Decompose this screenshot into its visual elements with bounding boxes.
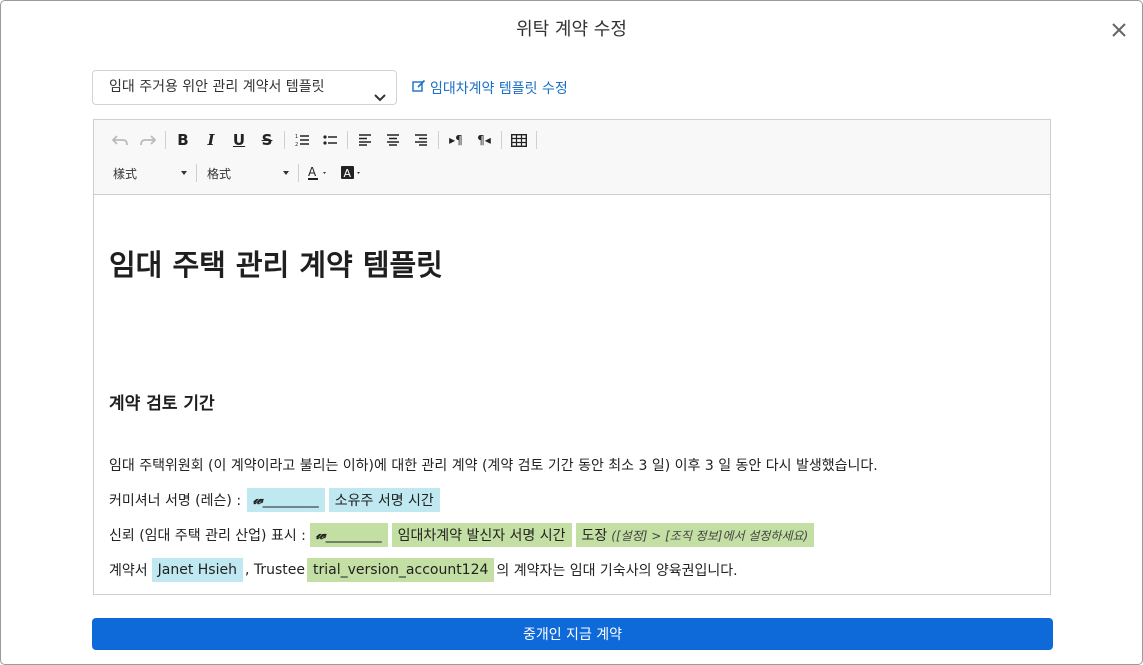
contractor-name-tag[interactable]: Janet Hsieh — [151, 558, 243, 582]
undo-icon[interactable] — [106, 129, 134, 151]
background-color-icon[interactable]: A — [336, 162, 370, 184]
toolbar-divider — [165, 131, 166, 149]
owner-signature-time-label: 소유주 서명 시간 — [334, 493, 434, 509]
stamp-hint: ([설정] > [조직 정보]에서 설정하세요) — [611, 528, 809, 543]
paragraph-text: 임대 주택위원회 (이 계약이라고 불리는 이하)에 대한 관리 계약 (계약 … — [109, 458, 878, 474]
toolbar-divider — [347, 131, 348, 149]
template-select-value: 임대 주거용 위안 관리 계약서 템플릿 — [109, 79, 325, 95]
modal-title: 위탁 계약 수정 — [516, 19, 627, 40]
rich-text-editor[interactable]: B I U S 12 ▸¶ ¶◂ 樣式 格式 A A 임대 주택 관리 계약 템… — [93, 119, 1051, 595]
svg-text:1: 1 — [295, 134, 298, 140]
owner-signature-time-tag[interactable]: 소유주 서명 시간 — [328, 488, 440, 512]
edit-template-label: 임대차계약 템플릿 수정 — [430, 81, 568, 97]
contract-suffix: 의 계약자는 임대 기숙사의 양육권입니다. — [496, 563, 738, 579]
owner-signature-field[interactable]: 𝓌 ________ — [247, 488, 325, 512]
strikethrough-icon[interactable]: S — [253, 129, 281, 151]
account-name: trial_version_account124 — [313, 562, 489, 578]
signature-blank: ________ — [262, 492, 319, 508]
svg-text:A: A — [308, 165, 317, 179]
submit-contract-label: 중개인 지금 계약 — [522, 627, 623, 643]
toolbar-divider — [536, 131, 537, 149]
stamp-label: 도장 — [581, 528, 608, 544]
trustee-label: , Trustee — [244, 562, 306, 578]
svg-text:2: 2 — [295, 142, 298, 147]
bullet-list-icon[interactable] — [316, 129, 344, 151]
toolbar-divider — [298, 164, 299, 182]
toolbar-divider — [196, 164, 197, 182]
chevron-down-icon — [283, 171, 289, 175]
document-title: 임대 주택 관리 계약 템플릿 — [109, 248, 443, 282]
edit-template-link[interactable]: 임대차계약 템플릿 수정 — [412, 78, 568, 98]
contractor-name: Janet Hsieh — [157, 562, 237, 578]
align-center-icon[interactable] — [379, 129, 407, 151]
ordered-list-icon[interactable]: 12 — [288, 129, 316, 151]
table-icon[interactable] — [505, 129, 533, 151]
trust-mark-label: 신뢰 (임대 주택 관리 산업) 표시 : — [109, 528, 306, 544]
toolbar-divider — [438, 131, 439, 149]
rtl-direction-icon[interactable]: ¶◂ — [470, 129, 498, 151]
paragraph-commissioner-signature: 커미셔너 서명 (레슨) : 𝓌 ________ 소유주 서명 시간 — [109, 488, 442, 512]
paragraph-review-period: 임대 주택위원회 (이 계약이라고 불리는 이하)에 대한 관리 계약 (계약 … — [109, 455, 878, 475]
paragraph-trust-mark: 신뢰 (임대 주택 관리 산업) 표시 : 𝓌 ________ 임대차계약 발… — [109, 523, 816, 547]
text-color-icon[interactable]: A — [302, 162, 336, 184]
bold-icon[interactable]: B — [169, 129, 197, 151]
italic-icon[interactable]: I — [197, 129, 225, 151]
chevron-down-icon — [181, 171, 187, 175]
signature-blank: ________ — [325, 527, 382, 543]
sender-signature-time-label: 임대차계약 발신자 서명 시간 — [397, 528, 566, 544]
format-dropdown[interactable]: 格式 — [200, 162, 295, 184]
section-title: 계약 검토 기간 — [109, 394, 215, 414]
close-icon[interactable] — [1108, 19, 1130, 41]
align-left-icon[interactable] — [351, 129, 379, 151]
edit-icon — [412, 79, 426, 97]
redo-icon[interactable] — [134, 129, 162, 151]
sender-signature-field[interactable]: 𝓌 ________ — [309, 523, 388, 547]
styles-dropdown[interactable]: 樣式 — [106, 162, 193, 184]
editor-content[interactable]: 임대 주택 관리 계약 템플릿 계약 검토 기간 임대 주택위원회 (이 계약이… — [109, 196, 1040, 594]
contract-prefix: 계약서 — [109, 563, 148, 579]
stamp-tag[interactable]: 도장 ([설정] > [조직 정보]에서 설정하세요) — [575, 523, 815, 547]
account-tag[interactable]: trial_version_account124 — [307, 558, 495, 582]
paragraph-contract-parties: 계약서 Janet Hsieh , Trustee trial_version_… — [109, 558, 738, 582]
align-right-icon[interactable] — [407, 129, 435, 151]
toolbar-divider — [501, 131, 502, 149]
commissioner-signature-label: 커미셔너 서명 (레슨) : — [109, 493, 242, 509]
toolbar-divider — [284, 131, 285, 149]
template-select[interactable]: 임대 주거용 위안 관리 계약서 템플릿 — [92, 70, 397, 105]
signature-icon: 𝓌 — [253, 492, 263, 508]
styles-dropdown-label: 樣式 — [113, 166, 138, 181]
submit-contract-button[interactable]: 중개인 지금 계약 — [92, 618, 1053, 650]
underline-icon[interactable]: U — [225, 129, 253, 151]
sender-signature-time-tag[interactable]: 임대차계약 발신자 서명 시간 — [391, 523, 572, 547]
svg-text:A: A — [344, 167, 352, 180]
ltr-direction-icon[interactable]: ▸¶ — [442, 129, 470, 151]
edit-contract-modal: 위탁 계약 수정 임대 주거용 위안 관리 계약서 템플릿 임대차계약 템플릿 … — [0, 0, 1143, 665]
format-dropdown-label: 格式 — [207, 166, 232, 181]
editor-toolbar: B I U S 12 ▸¶ ¶◂ 樣式 格式 A A — [94, 120, 1050, 195]
chevron-down-icon — [374, 83, 386, 104]
signature-icon: 𝓌 — [315, 527, 326, 543]
